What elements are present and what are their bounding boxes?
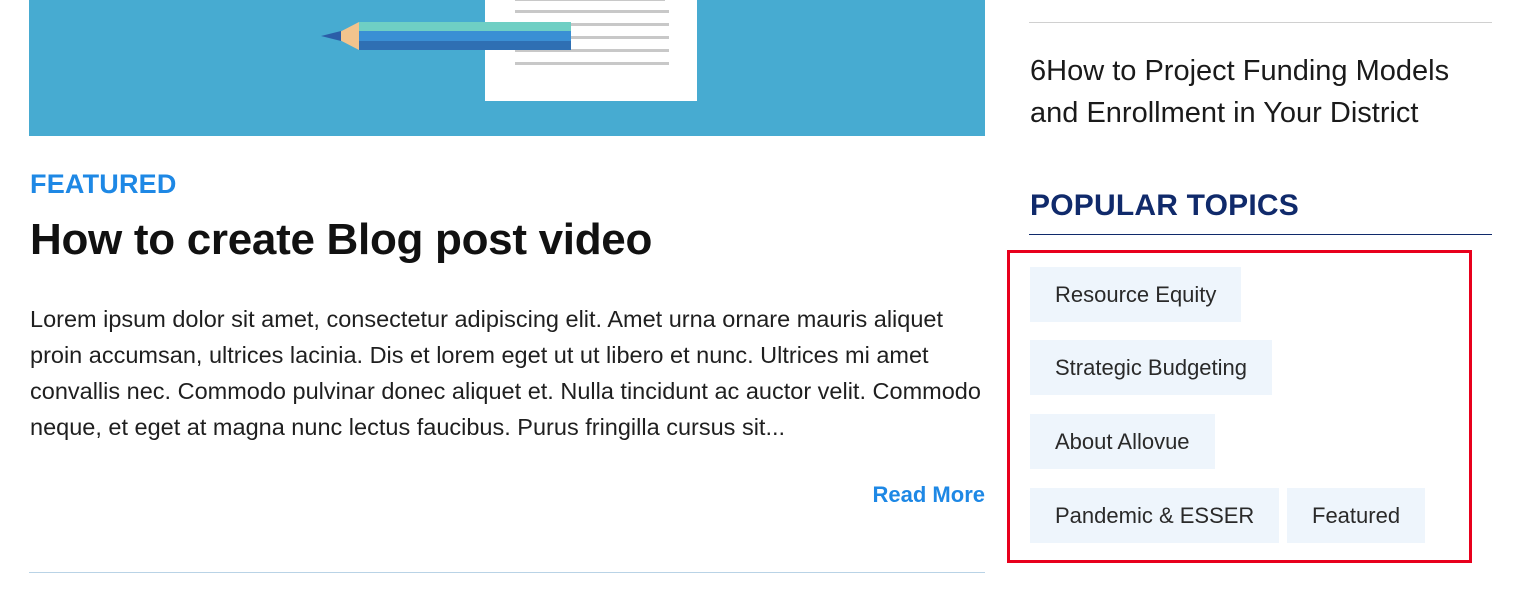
topic-tag-resource-equity[interactable]: Resource Equity — [1030, 267, 1242, 322]
topic-tag-strategic-budgeting[interactable]: Strategic Budgeting — [1030, 340, 1273, 395]
pencil-top-stripe — [359, 22, 571, 31]
pencil-lead — [321, 31, 341, 41]
topic-tag-featured[interactable]: Featured — [1287, 488, 1426, 543]
post-hero-image[interactable] — [29, 0, 985, 136]
popular-topics-divider — [1029, 234, 1492, 235]
post-excerpt: Lorem ipsum dolor sit amet, consectetur … — [30, 306, 981, 440]
topic-tag-about-allovue[interactable]: About Allovue — [1030, 414, 1215, 469]
post-category-link[interactable]: FEATURED — [30, 168, 177, 200]
document-line — [515, 10, 669, 13]
post-title[interactable]: How to create Blog post video — [30, 214, 652, 267]
pencil-bottom-stripe — [359, 41, 571, 50]
popular-topics-heading: POPULAR TOPICS — [1030, 189, 1299, 222]
document-line — [515, 62, 669, 65]
sidebar-divider — [1029, 22, 1492, 23]
post-divider — [29, 572, 985, 573]
document-line — [515, 0, 665, 1]
pencil-document-illustration-icon — [321, 0, 697, 101]
pencil-mid-stripe — [359, 31, 571, 41]
sidebar-recent-post-link[interactable]: 6How to Project Funding Models and Enrol… — [1030, 50, 1492, 134]
topic-tag-pandemic-esser[interactable]: Pandemic & ESSER — [1030, 488, 1280, 543]
blog-page: FEATURED How to create Blog post video L… — [0, 0, 1535, 608]
read-more-link[interactable]: Read More — [873, 482, 985, 508]
